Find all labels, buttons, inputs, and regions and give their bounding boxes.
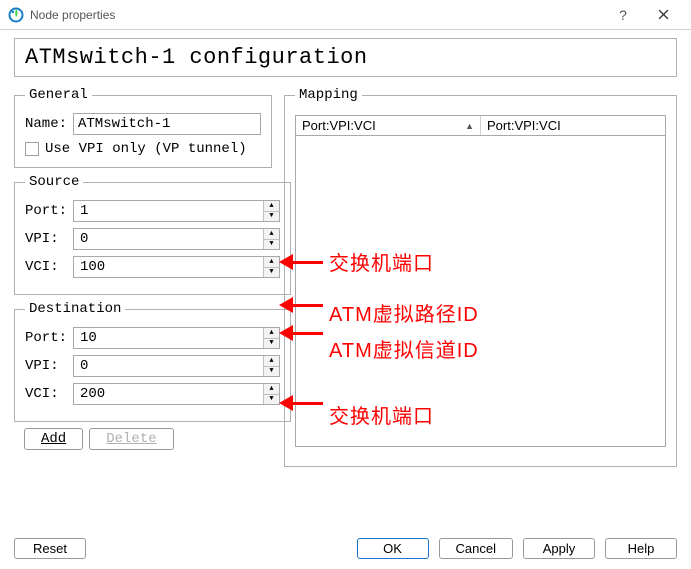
source-vci-label: VCI: bbox=[25, 259, 73, 275]
source-group: Source Port: ▲▼ VPI: ▲▼ VCI: bbox=[14, 174, 291, 295]
use-vpi-label: Use VPI only (VP tunnel) bbox=[45, 141, 247, 157]
destination-legend: Destination bbox=[25, 301, 125, 317]
dest-vpi-input[interactable] bbox=[74, 356, 263, 376]
source-vpi-input[interactable] bbox=[74, 229, 263, 249]
up-icon[interactable]: ▲ bbox=[264, 257, 279, 268]
mapping-legend: Mapping bbox=[295, 87, 362, 103]
sort-asc-icon: ▲ bbox=[465, 121, 474, 131]
dest-port-stepper[interactable]: ▲▼ bbox=[73, 327, 280, 349]
source-vpi-label: VPI: bbox=[25, 231, 73, 247]
down-icon[interactable]: ▼ bbox=[264, 339, 279, 349]
source-port-input[interactable] bbox=[74, 201, 263, 221]
help-footer-button[interactable]: Help bbox=[605, 538, 677, 559]
help-button[interactable]: ? bbox=[603, 7, 643, 23]
down-icon[interactable]: ▼ bbox=[264, 268, 279, 278]
footer: Reset OK Cancel Apply Help bbox=[0, 538, 691, 559]
titlebar: Node properties ? bbox=[0, 0, 691, 30]
up-icon[interactable]: ▲ bbox=[264, 229, 279, 240]
add-button[interactable]: Add bbox=[24, 428, 83, 450]
source-vci-input[interactable] bbox=[74, 257, 263, 277]
down-icon[interactable]: ▼ bbox=[264, 395, 279, 405]
dest-vci-input[interactable] bbox=[74, 384, 263, 404]
mapping-col-2[interactable]: Port:VPI:VCI bbox=[481, 116, 665, 135]
delete-button[interactable]: Delete bbox=[89, 428, 173, 450]
up-icon[interactable]: ▲ bbox=[264, 356, 279, 367]
app-icon bbox=[8, 7, 24, 23]
mapping-group: Mapping Port:VPI:VCI ▲ Port:VPI:VCI bbox=[284, 87, 677, 467]
source-vci-stepper[interactable]: ▲▼ bbox=[73, 256, 280, 278]
reset-button[interactable]: Reset bbox=[14, 538, 86, 559]
destination-group: Destination Port: ▲▼ VPI: ▲▼ VC bbox=[14, 301, 291, 422]
dest-vci-stepper[interactable]: ▲▼ bbox=[73, 383, 280, 405]
mapping-table[interactable]: Port:VPI:VCI ▲ Port:VPI:VCI bbox=[295, 115, 666, 447]
dest-port-input[interactable] bbox=[74, 328, 263, 348]
mapping-col-1[interactable]: Port:VPI:VCI ▲ bbox=[296, 116, 481, 135]
up-icon[interactable]: ▲ bbox=[264, 201, 279, 212]
name-input[interactable] bbox=[73, 113, 261, 135]
down-icon[interactable]: ▼ bbox=[264, 240, 279, 250]
down-icon[interactable]: ▼ bbox=[264, 212, 279, 222]
apply-button[interactable]: Apply bbox=[523, 538, 595, 559]
dest-vpi-stepper[interactable]: ▲▼ bbox=[73, 355, 280, 377]
page-title: ATMswitch-1 configuration bbox=[14, 38, 677, 77]
source-vpi-stepper[interactable]: ▲▼ bbox=[73, 228, 280, 250]
source-port-stepper[interactable]: ▲▼ bbox=[73, 200, 280, 222]
dest-vci-label: VCI: bbox=[25, 386, 73, 402]
up-icon[interactable]: ▲ bbox=[264, 384, 279, 395]
ok-button[interactable]: OK bbox=[357, 538, 429, 559]
up-icon[interactable]: ▲ bbox=[264, 328, 279, 339]
source-legend: Source bbox=[25, 174, 83, 190]
close-button[interactable] bbox=[643, 7, 683, 23]
general-group: General Name: Use VPI only (VP tunnel) bbox=[14, 87, 272, 168]
cancel-button[interactable]: Cancel bbox=[439, 538, 513, 559]
general-legend: General bbox=[25, 87, 92, 103]
dest-port-label: Port: bbox=[25, 330, 73, 346]
down-icon[interactable]: ▼ bbox=[264, 367, 279, 377]
name-label: Name: bbox=[25, 116, 73, 132]
source-port-label: Port: bbox=[25, 203, 73, 219]
dest-vpi-label: VPI: bbox=[25, 358, 73, 374]
use-vpi-checkbox[interactable] bbox=[25, 142, 39, 156]
window-title: Node properties bbox=[30, 8, 603, 22]
